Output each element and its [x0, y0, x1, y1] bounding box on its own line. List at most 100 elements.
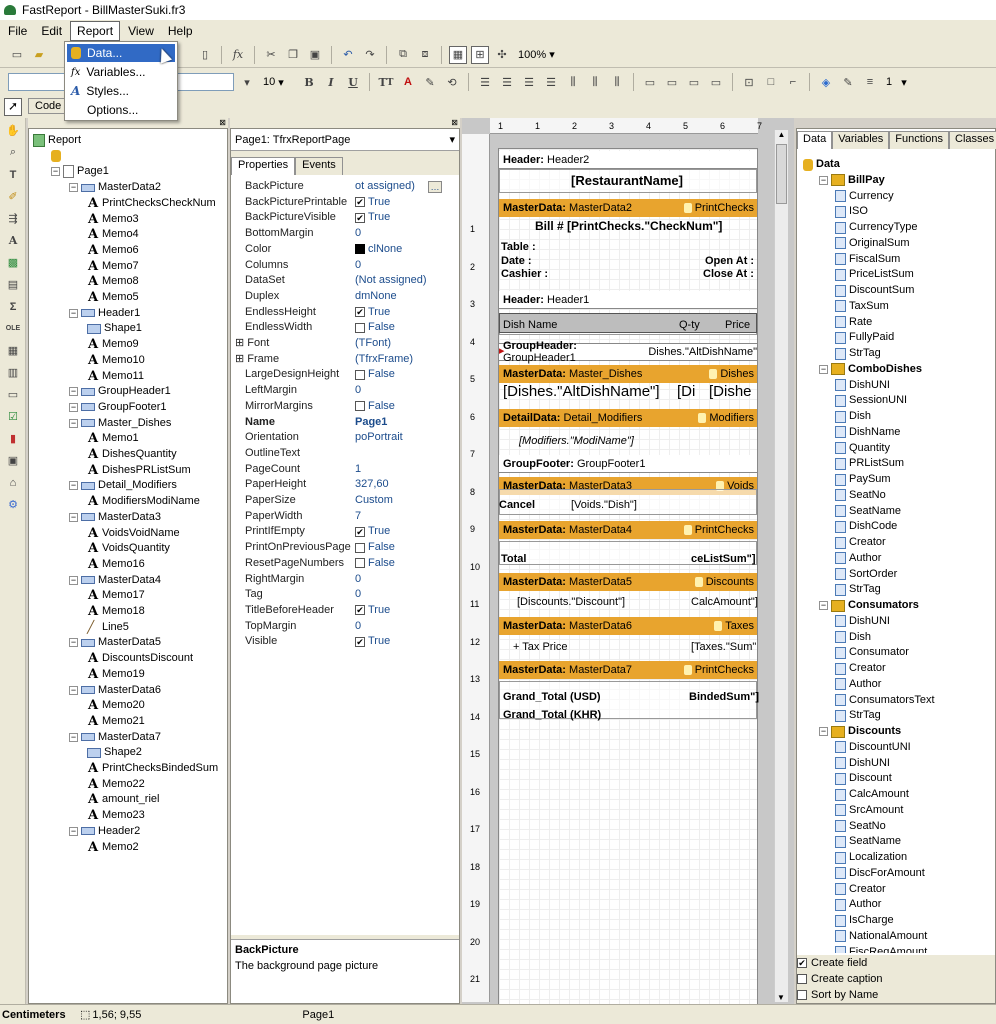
align-left-icon[interactable]: ☰ — [476, 73, 494, 91]
sum-icon[interactable]: Σ — [4, 297, 22, 316]
memo-text[interactable]: Close At : — [703, 268, 754, 280]
select-tool-icon[interactable]: ➚ — [4, 98, 22, 116]
tree-item[interactable]: − MasterData7 — [69, 730, 161, 745]
checkbox-icon[interactable]: ✔ — [355, 197, 365, 208]
checkbox-icon[interactable] — [797, 990, 807, 1000]
checkbox-icon[interactable] — [355, 542, 365, 553]
data-tree-item[interactable]: Quantity — [835, 441, 890, 456]
checkbox-icon[interactable] — [355, 401, 365, 412]
property-value[interactable]: 0 — [355, 587, 361, 602]
data-tree-item[interactable]: Author — [835, 551, 881, 566]
property-value[interactable]: ✔ True — [355, 305, 390, 320]
collapse-icon[interactable]: − — [69, 183, 78, 193]
checkbox-icon[interactable] — [355, 369, 365, 380]
tree-item[interactable] — [51, 149, 61, 164]
show-grid-icon[interactable]: ▦ — [449, 45, 467, 64]
collapse-icon[interactable]: − — [69, 732, 78, 742]
property-row[interactable]: DataSet (Not assigned) — [231, 273, 459, 288]
data-tree-item[interactable]: − Consumators — [819, 598, 919, 613]
data-tree-item[interactable]: Author — [835, 897, 881, 912]
collapse-icon[interactable]: − — [819, 175, 828, 185]
data-tree-item[interactable]: CalcAmount — [835, 787, 909, 802]
tree-item[interactable]: A Memo17 — [87, 588, 145, 603]
scroll-up-arrow[interactable]: ▲ — [775, 130, 788, 144]
property-value[interactable]: poPortrait — [355, 430, 403, 445]
memo-text[interactable]: Q-ty — [679, 319, 700, 331]
menu-file[interactable]: File — [2, 22, 33, 40]
cut-icon[interactable]: ✂ — [262, 46, 280, 64]
data-tree-item[interactable]: DishUNI — [835, 378, 890, 393]
band-header[interactable]: GroupHeader: GroupHeader1 Dishes."AltDish… — [499, 340, 757, 364]
checkbox-icon[interactable] — [355, 558, 365, 569]
property-value[interactable]: (Not assigned) — [355, 273, 427, 288]
ole-object-icon[interactable]: OLE — [4, 319, 22, 338]
band-header[interactable]: GroupFooter: GroupFooter1 — [499, 455, 757, 473]
checkbox-icon[interactable]: ✔ — [355, 212, 365, 223]
scroll-thumb[interactable] — [776, 144, 787, 204]
tree-item[interactable]: − GroupFooter1 — [69, 400, 166, 415]
new-report-icon[interactable]: ▭ — [8, 46, 26, 64]
data-tree-item[interactable]: TaxSum — [835, 299, 889, 314]
tree-item[interactable]: A VoidsQuantity — [87, 541, 170, 556]
font-size-select[interactable]: 10 ▾ — [260, 73, 296, 91]
picture-object-icon[interactable]: ▩ — [4, 253, 22, 272]
data-tree-item[interactable]: SessionUNI — [835, 393, 907, 408]
tree-item[interactable]: − Header1 — [69, 306, 140, 321]
property-row[interactable]: EndlessWidth False — [231, 320, 459, 335]
data-tree-item[interactable]: PriceListSum — [835, 267, 914, 282]
property-row[interactable]: Columns 0 — [231, 258, 459, 273]
property-value[interactable]: Custom — [355, 493, 393, 508]
data-option[interactable]: ✔ Create field — [797, 957, 867, 969]
align-center-icon[interactable]: ☰ — [498, 73, 516, 91]
collapse-icon[interactable]: − — [69, 826, 78, 836]
memo-text[interactable]: Cashier : — [501, 268, 548, 280]
memo-text[interactable]: [Discounts."Discount"] — [517, 596, 625, 608]
property-value[interactable]: ✔ True — [355, 603, 390, 618]
data-tree-item[interactable]: Consumator — [835, 645, 909, 660]
data-tree-item[interactable]: StrTag — [835, 582, 881, 597]
data-tree-item[interactable]: DiscForAmount — [835, 866, 925, 881]
align-grid-icon[interactable]: ⊞ — [471, 45, 489, 64]
menu-view[interactable]: View — [122, 22, 160, 40]
collapse-icon[interactable]: − — [69, 685, 78, 695]
band-header[interactable]: MasterData: MasterData5 Discounts — [499, 573, 757, 591]
data-tree-item[interactable]: Discount — [835, 771, 892, 786]
memo-text[interactable]: Date : — [501, 255, 532, 267]
data-tree-item[interactable]: StrTag — [835, 708, 881, 723]
property-value[interactable]: False — [355, 399, 395, 414]
property-row[interactable]: MirrorMargins False — [231, 399, 459, 414]
memo-text[interactable]: [Voids."Dish"] — [571, 499, 637, 511]
data-tree-item[interactable]: FullyPaid — [835, 330, 894, 345]
data-tree-item[interactable]: DishName — [835, 425, 900, 440]
band-header[interactable]: Header: Header2 — [499, 151, 757, 169]
memo-text[interactable]: Total — [501, 553, 526, 565]
tab-properties[interactable]: Properties — [231, 157, 296, 175]
collapse-icon[interactable]: − — [819, 364, 828, 374]
data-tree-item[interactable]: Creator — [835, 535, 886, 550]
tab-code[interactable]: Code — [28, 98, 69, 114]
memo-text[interactable]: ceListSum"] — [691, 553, 756, 565]
subreport-icon[interactable]: ▤ — [4, 275, 22, 294]
property-value[interactable]: ✔ True — [355, 195, 390, 210]
function-icon[interactable]: fx — [229, 46, 247, 64]
collapse-icon[interactable]: − — [69, 575, 78, 585]
memo-text[interactable]: Bill # [PrintChecks."CheckNum"] — [535, 219, 722, 233]
tree-item[interactable]: A Memo23 — [87, 808, 145, 823]
rich-text-icon[interactable]: ▦ — [4, 341, 22, 360]
align-middle-icon[interactable]: ⫼ — [586, 73, 604, 91]
property-value[interactable]: 1 — [355, 462, 361, 477]
data-tree-item[interactable]: DishCode — [835, 519, 897, 534]
tree-item[interactable]: A Memo4 — [87, 227, 139, 242]
data-tree-item[interactable]: DishUNI — [835, 614, 890, 629]
data-tree-item[interactable]: Rate — [835, 315, 872, 330]
data-tree-item[interactable]: − ComboDishes — [819, 362, 922, 377]
property-value[interactable]: 0 — [355, 383, 361, 398]
data-tree-item[interactable]: Creator — [835, 882, 886, 897]
highlight-icon[interactable]: ✎ — [421, 73, 439, 91]
format-painter-icon[interactable]: ✐ — [4, 187, 22, 206]
memo-text[interactable]: BindedSum"] — [689, 691, 759, 703]
line-object-icon[interactable]: ▭ — [4, 385, 22, 404]
tree-item[interactable]: − GroupHeader1 — [69, 384, 171, 399]
design-scrollbar[interactable]: ▲ ▼ — [774, 130, 788, 1002]
band-header[interactable]: Header: Header1 — [499, 291, 757, 309]
